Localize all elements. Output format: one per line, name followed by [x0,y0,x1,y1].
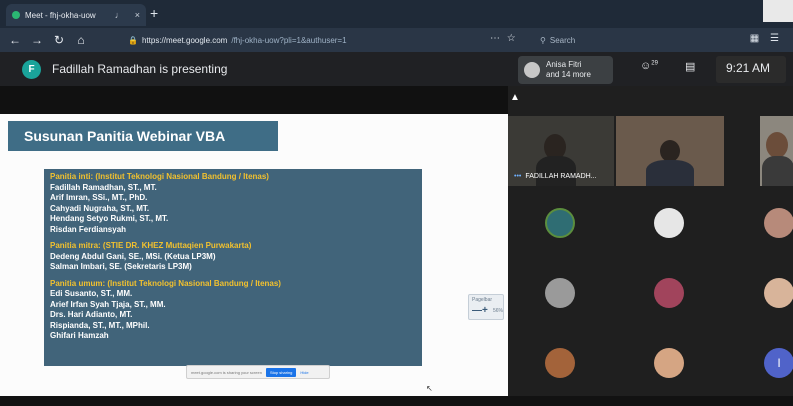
slide-name-line: Dedeng Abdul Gani, SE., MSi. (Ketua LP3M… [50,251,216,261]
participant-head [660,140,680,162]
lock-icon: 🔒 [128,35,138,45]
participants-chip[interactable]: Anisa Fitri and 14 more [518,56,613,84]
participant-avatar[interactable] [764,208,793,238]
slide-name-line: Rispianda, ST., MT., MPhil. [50,320,150,330]
presenter-avatar: F [22,60,41,79]
extensions-icon[interactable]: ▦ ☰ [750,33,783,44]
zoom-buttons[interactable]: —+ [472,305,488,316]
screen-share-bar: meet.google.com is sharing your screen S… [186,365,330,379]
participant-avatar[interactable] [764,278,793,308]
presentation-slide: Susunan Panitia Webinar VBA Panitia inti… [0,114,508,396]
participant-name-label: FADILLAH RAMADH... [525,173,597,180]
participant-video[interactable] [760,116,793,186]
presenting-status: Fadillah Ramadhan is presenting [52,62,228,76]
speaker-icon[interactable]: ♩ [115,10,124,20]
search-input[interactable]: ⚲ Search [540,32,720,48]
people-icon: ☺ [640,60,652,72]
url-host: https://meet.google.com [141,35,228,45]
chat-icon[interactable]: ▤ [685,60,695,73]
forward-arrow-icon[interactable]: → [30,33,44,47]
slide-name-line: Arief Irfan Syah Tjaja, ST., MM. [50,299,166,309]
presentation-top-band [0,86,508,114]
slide-name-line: Hendang Setyo Rukmi, ST., MT. [50,214,169,223]
mouse-cursor-icon: ↖ [426,384,433,393]
people-button[interactable]: ☺29 [640,60,658,72]
browser-tab-strip: Meet - fhj-okha-uow ♩ × + [0,0,793,28]
participant-more: and 14 more [546,70,591,79]
slide-heading-line: Panitia inti: (Institut Teknologi Nasion… [50,172,269,181]
zoom-value: 56% [493,308,504,314]
participant-initial-avatar[interactable]: I [764,348,793,378]
participant-body [536,156,576,186]
back-arrow-icon[interactable]: ← [8,33,22,47]
window-controls[interactable] [763,0,793,22]
share-status-text: meet.google.com is sharing your screen [191,369,262,375]
slide-name-line: Cahyadi Nugraha, ST., MT. [50,203,150,213]
browser-tab[interactable]: Meet - fhj-okha-uow ♩ × [6,4,146,26]
participant-avatar [524,62,540,78]
url-path: /fhj-okha-uow?pli=1&authuser=1 [231,35,347,45]
slide-heading-line: Panitia mitra: (STIE DR. KHEZ Muttaqien … [50,241,252,250]
stop-sharing-button[interactable]: Stop sharing [265,367,297,377]
slide-heading-line: Panitia umum: (Institut Teknologi Nasion… [50,278,281,288]
search-icon: ⚲ [540,35,546,45]
screen: Meet - fhj-okha-uow ♩ × + ← → ↻ ⌂ 🔒 http… [0,0,793,406]
slide-name-line: Drs. Hari Adianto, MT. [50,310,133,319]
participant-video-speaker[interactable]: ••• FADILLAH RAMADH... [508,116,614,186]
new-tab-button[interactable]: + [150,5,158,21]
participant-video[interactable] [616,116,724,186]
slide-name-line: Risdan Ferdiansyah [50,224,127,234]
participant-avatar[interactable] [654,208,684,238]
zoom-control[interactable]: Pagelbar —+ 56% [468,294,504,320]
participant-name: Anisa Fitri [546,60,582,69]
slide-name-line: Salman Imbari, SE. (Sekretaris LP3M) [50,262,192,271]
participant-head [766,132,788,158]
slide-name-line: Ghifari Hamzah [50,331,109,340]
participant-body [762,156,793,186]
participant-avatar[interactable] [545,278,575,308]
participant-avatar[interactable] [654,278,684,308]
tab-close-button[interactable]: × [129,10,146,20]
reload-icon[interactable]: ↻ [52,33,66,47]
participant-avatar[interactable] [654,348,684,378]
slide-name-line: Arif Imran, SSi., MT., PhD. [50,193,148,202]
clock-time: 9:21 AM [726,61,771,75]
meet-favicon-icon [12,11,20,19]
slide-title: Susunan Panitia Webinar VBA [8,121,278,151]
bottom-bar [0,396,793,406]
browser-toolbar: ← → ↻ ⌂ 🔒 https://meet.google.com /fhj-o… [0,28,793,52]
mouse-cursor-icon: ▲ [510,92,520,103]
participant-avatar[interactable] [545,348,575,378]
speaking-indicator-icon: ••• [514,173,522,180]
slide-content-box: Panitia inti: (Institut Teknologi Nasion… [44,169,422,366]
address-bar[interactable]: 🔒 https://meet.google.com /fhj-okha-uow?… [128,32,498,48]
zoom-title: Pagelbar [472,297,493,303]
people-count: 29 [651,60,658,67]
home-icon[interactable]: ⌂ [74,33,88,47]
slide-name-line: Edi Susanto, ST., MM. [50,289,133,298]
hide-button[interactable]: Hide [300,370,308,375]
participant-grid: ••• FADILLAH RAMADH... I [508,86,793,396]
slide-name-line: Fadillah Ramadhan, ST., MT. [50,182,157,192]
participant-body [646,160,694,186]
tab-title: Meet - fhj-okha-uow [25,10,96,20]
participant-avatar[interactable] [545,208,575,238]
page-actions-icon[interactable]: ⋯ ☆ [490,33,518,44]
search-placeholder: Search [549,35,576,45]
meet-top-bar: F Fadillah Ramadhan is presenting Anisa … [0,52,793,86]
